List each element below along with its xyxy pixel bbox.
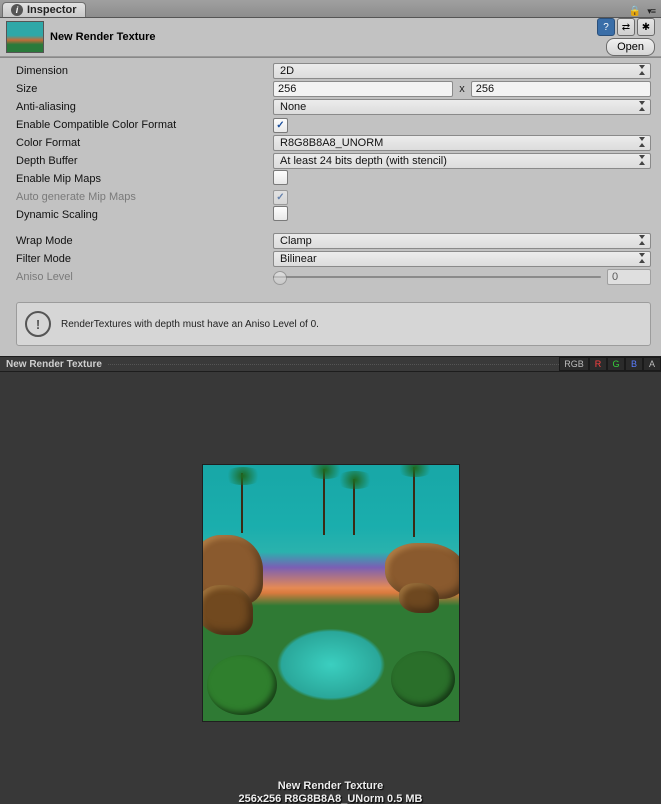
- channel-r-button[interactable]: R: [589, 357, 607, 371]
- info-message: RenderTextures with depth must have an A…: [61, 319, 319, 330]
- anti-aliasing-dropdown[interactable]: None: [273, 99, 651, 115]
- lock-icon[interactable]: 🔒: [629, 6, 641, 17]
- aniso-value: 0: [607, 269, 651, 285]
- enable-compat-checkbox[interactable]: [273, 118, 288, 133]
- label-size: Size: [16, 83, 273, 95]
- depth-buffer-dropdown[interactable]: At least 24 bits depth (with stencil): [273, 153, 651, 169]
- size-separator: x: [459, 83, 465, 95]
- channel-a-button[interactable]: A: [643, 357, 661, 371]
- asset-thumbnail[interactable]: [6, 21, 44, 53]
- preset-icon[interactable]: ⇄: [617, 18, 635, 36]
- preview-separator: [108, 364, 559, 365]
- tab-right: 🔒 ▾≡: [86, 6, 661, 17]
- channel-rgb-button[interactable]: RGB: [559, 357, 589, 371]
- label-depth-buffer: Depth Buffer: [16, 155, 273, 167]
- enable-mip-checkbox[interactable]: [273, 170, 288, 185]
- label-color-format: Color Format: [16, 137, 273, 149]
- tab-label: Inspector: [27, 4, 77, 16]
- properties-panel: Dimension 2D Size 256 x 256 Anti-aliasin…: [0, 58, 661, 296]
- preview-footer-info: 256x256 R8G8B8A8_UNorm 0.5 MB: [0, 793, 661, 804]
- size-height-input[interactable]: 256: [471, 81, 651, 97]
- preview-footer: New Render Texture 256x256 R8G8B8A8_UNor…: [0, 780, 661, 804]
- info-icon: !: [25, 311, 51, 337]
- tab-menu-icon[interactable]: ▾≡: [647, 6, 655, 17]
- preview-footer-name: New Render Texture: [0, 780, 661, 793]
- auto-mip-checkbox: [273, 190, 288, 205]
- label-enable-mip: Enable Mip Maps: [16, 173, 273, 185]
- label-enable-compat: Enable Compatible Color Format: [16, 119, 273, 131]
- open-button[interactable]: Open: [606, 38, 655, 56]
- aniso-slider: [273, 270, 601, 284]
- label-dimension: Dimension: [16, 65, 273, 77]
- help-icon[interactable]: ?: [597, 18, 615, 36]
- label-dynamic-scaling: Dynamic Scaling: [16, 209, 273, 221]
- label-aniso: Aniso Level: [16, 271, 273, 283]
- dynamic-scaling-checkbox[interactable]: [273, 206, 288, 221]
- dimension-dropdown[interactable]: 2D: [273, 63, 651, 79]
- info-box: ! RenderTextures with depth must have an…: [16, 302, 651, 346]
- wrap-mode-dropdown[interactable]: Clamp: [273, 233, 651, 249]
- preview-title: New Render Texture: [0, 359, 108, 370]
- filter-mode-dropdown[interactable]: Bilinear: [273, 251, 651, 267]
- label-auto-mip: Auto generate Mip Maps: [16, 191, 273, 203]
- label-anti-aliasing: Anti-aliasing: [16, 101, 273, 113]
- size-width-input[interactable]: 256: [273, 81, 453, 97]
- tab-bar: i Inspector 🔒 ▾≡: [0, 0, 661, 18]
- info-icon: i: [11, 4, 23, 16]
- asset-name[interactable]: New Render Texture: [50, 31, 597, 43]
- texture-image: [203, 465, 459, 721]
- settings-gear-icon[interactable]: ✱: [637, 18, 655, 36]
- label-filter-mode: Filter Mode: [16, 253, 273, 265]
- label-wrap-mode: Wrap Mode: [16, 235, 273, 247]
- color-format-dropdown[interactable]: R8G8B8A8_UNORM: [273, 135, 651, 151]
- asset-header: New Render Texture ? ⇄ ✱ Open: [0, 18, 661, 57]
- tab-inspector[interactable]: i Inspector: [2, 2, 86, 17]
- channel-g-button[interactable]: G: [607, 357, 625, 371]
- preview-header[interactable]: New Render Texture RGB R G B A: [0, 356, 661, 372]
- channel-b-button[interactable]: B: [625, 357, 643, 371]
- channel-buttons: RGB R G B A: [559, 357, 661, 371]
- texture-preview[interactable]: New Render Texture 256x256 R8G8B8A8_UNor…: [0, 372, 661, 804]
- header-icons: ? ⇄ ✱ Open: [597, 18, 655, 56]
